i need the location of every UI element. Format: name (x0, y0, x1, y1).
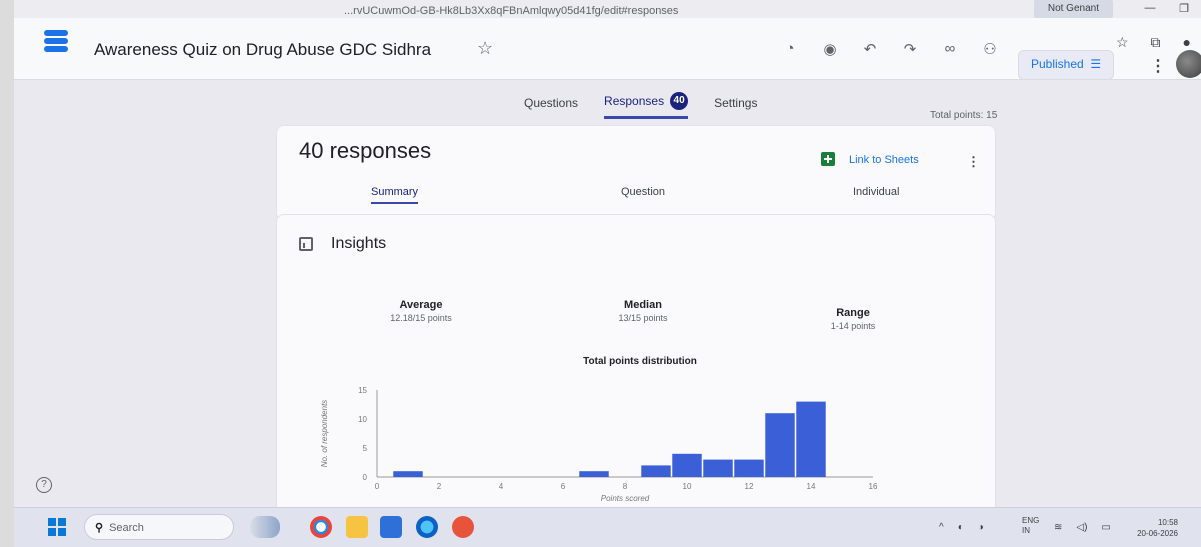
link-icon[interactable]: ∞ (930, 40, 970, 58)
add-collaborator-icon[interactable]: ⚇ (970, 40, 1010, 58)
screen: ...rvUCuwmOd-GB-Hk8Lb3Xx8qFBnAmlqwy05d41… (14, 0, 1201, 547)
restore-icon[interactable]: ❐ (1167, 0, 1201, 18)
battery-icon[interactable]: ▭ (1101, 522, 1110, 533)
chart-bar (796, 401, 826, 477)
x-tick-label: 10 (683, 482, 692, 491)
y-tick-label: 15 (358, 386, 367, 395)
minimize-icon[interactable]: — (1133, 0, 1167, 18)
y-tick-label: 5 (363, 444, 368, 453)
points-distribution-chart: 0 5 10 15 0 2 4 6 8 10 12 14 16 No. of respondents Poi… (320, 386, 878, 503)
form-tabs: Questions Responses 40 Settings (524, 92, 757, 119)
x-tick-label: 16 (869, 482, 878, 491)
store-icon[interactable] (380, 516, 402, 538)
y-tick-label: 10 (358, 415, 367, 424)
redo-icon[interactable]: ↷ (890, 40, 930, 58)
clock[interactable]: 10:58 20-06-2026 (1124, 517, 1178, 539)
search-icon: ⚲ (95, 522, 104, 534)
subtab-summary[interactable]: Summary (371, 186, 419, 204)
language-indicator[interactable]: ENG IN (1022, 516, 1039, 536)
widget-icon[interactable] (250, 516, 280, 538)
x-tick-label: 12 (745, 482, 754, 491)
tab-questions[interactable]: Questions (524, 92, 578, 119)
card-more-icon[interactable]: ⋮ (967, 154, 980, 170)
x-tick-label: 4 (499, 482, 504, 491)
subtab-individual[interactable]: Individual (853, 186, 899, 198)
x-tick-label: 8 (623, 482, 628, 491)
x-tick-label: 6 (561, 482, 566, 491)
bookmark-star-icon[interactable]: ☆ (1116, 34, 1129, 51)
link-to-sheets-button[interactable]: Link to Sheets (849, 154, 919, 166)
stat-range: Range 1-14 points (830, 307, 876, 331)
responses-count-badge: 40 (670, 92, 689, 110)
tab-responses[interactable]: Responses 40 (604, 92, 689, 119)
y-tick-label: 0 (363, 473, 368, 482)
undo-icon[interactable]: ↶ (850, 40, 890, 58)
response-count: 40 responses (299, 138, 432, 163)
x-axis-label: Points scored (601, 494, 650, 503)
tray-app2-icon[interactable]: ◑ (978, 522, 984, 533)
account-chip[interactable]: Not Genant (1033, 0, 1113, 18)
chart-bar (672, 453, 702, 477)
edge-icon[interactable] (416, 516, 438, 538)
url-text[interactable]: ...rvUCuwmOd-GB-Hk8Lb3Xx8qFBnAmlqwy05d41… (344, 5, 678, 17)
chart-bar (734, 459, 764, 477)
preview-eye-icon[interactable]: ◉ (810, 40, 850, 58)
stat-median: Median 13/15 points (618, 299, 668, 323)
x-tick-label: 2 (437, 482, 442, 491)
file-explorer-icon[interactable] (346, 516, 368, 538)
insights-chart-icon (299, 237, 313, 251)
app-icon[interactable] (452, 516, 474, 538)
subtab-question[interactable]: Question (621, 186, 665, 198)
tray-app-icon[interactable]: ◐ (958, 522, 964, 533)
tab-settings[interactable]: Settings (714, 92, 757, 119)
wifi-icon[interactable]: ≋ (1054, 522, 1062, 533)
star-icon[interactable]: ☆ (477, 38, 493, 59)
y-axis-label: No. of respondents (320, 400, 329, 468)
stat-average: Average 12.18/15 points (390, 299, 452, 323)
chart-title: Total points distribution (583, 356, 697, 367)
x-tick-label: 14 (807, 482, 816, 491)
forms-logo-icon[interactable] (44, 28, 68, 54)
chart-bar (579, 471, 609, 477)
extensions-icon[interactable]: ⧉ (1151, 34, 1161, 51)
chart-bar (641, 465, 671, 477)
windows-start-icon[interactable] (48, 518, 66, 536)
system-tray: ^ ◐ ◑ (939, 522, 984, 533)
form-title[interactable]: Awareness Quiz on Drug Abuse GDC Sidhra (94, 40, 431, 60)
palette-icon[interactable]: ◔ (770, 40, 810, 58)
x-tick-label: 0 (375, 482, 380, 491)
insights-card: Insights Average 12.18/15 points Median … (276, 214, 996, 514)
form-toolbar: ◔ ◉ ↶ ↷ ∞ ⚇ (770, 40, 1010, 58)
chart-bar (393, 471, 423, 477)
published-button[interactable]: Published ☰ (1018, 50, 1115, 80)
sheets-icon[interactable] (821, 152, 835, 166)
chevron-up-icon[interactable]: ^ (939, 522, 944, 533)
volume-icon[interactable]: ◁) (1076, 522, 1087, 533)
taskbar: ⚲ Search ^ ◐ ◑ ENG IN ≋ ◁) ▭ 10:58 20-06-… (14, 507, 1201, 547)
help-icon[interactable]: ? (36, 477, 52, 493)
profile-icon[interactable]: ● (1183, 34, 1191, 51)
chart-bar (765, 413, 795, 477)
browser-tools: ☆ ⧉ ● (1116, 34, 1191, 51)
chart-bar (703, 459, 733, 477)
browser-url-strip: ...rvUCuwmOd-GB-Hk8Lb3Xx8qFBnAmlqwy05d41… (14, 0, 1201, 18)
more-vert-icon[interactable]: ⋮ (1150, 56, 1166, 76)
responses-summary-card: 40 responses Link to Sheets ⋮ Summary Qu… (276, 125, 996, 221)
status-icons: ≋ ◁) ▭ (1054, 522, 1111, 533)
insights-title: Insights (331, 235, 387, 252)
total-points: Total points: 15 (930, 110, 998, 121)
window-controls: Not Genant — ❐ (1033, 0, 1201, 18)
taskbar-search[interactable]: ⚲ Search (84, 514, 234, 540)
chrome-icon[interactable] (310, 516, 332, 538)
publish-settings-icon: ☰ (1087, 57, 1102, 71)
avatar[interactable] (1176, 50, 1201, 78)
